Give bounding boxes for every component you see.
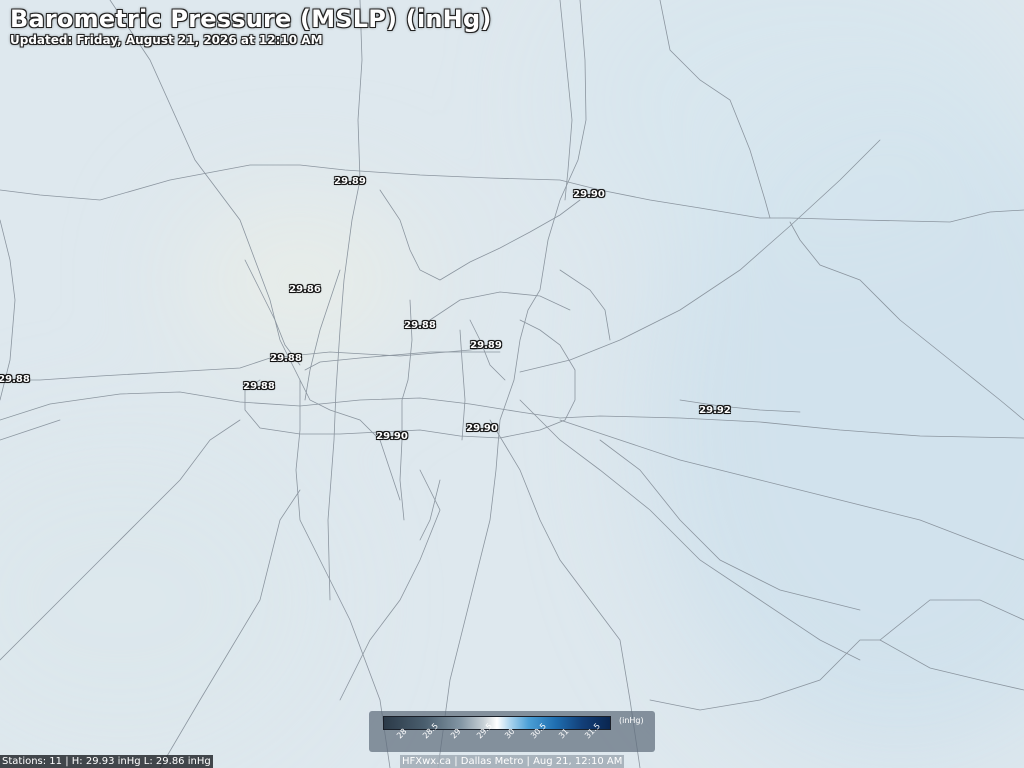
pressure-map[interactable]: Barometric Pressure (MSLP) (inHg) Update… [0,0,1024,768]
station-stats-footer: Stations: 11 | H: 29.93 inHg L: 29.86 in… [0,755,213,768]
map-title: Barometric Pressure (MSLP) (inHg) [10,5,492,33]
station-label[interactable]: 29.90 [376,431,408,443]
station-label[interactable]: 29.88 [404,320,436,332]
station-label[interactable]: 29.89 [334,176,366,188]
credit-footer: HFXwx.ca | Dallas Metro | Aug 21, 12:10 … [400,755,625,768]
station-label[interactable]: 29.89 [470,340,502,352]
legend-unit-label: (inHg) [619,716,644,725]
station-label[interactable]: 29.88 [0,374,30,386]
station-label[interactable]: 29.88 [270,353,302,365]
map-background [0,0,1024,768]
station-label[interactable]: 29.88 [243,381,275,393]
legend-color-bar [383,716,611,730]
station-label[interactable]: 29.92 [699,405,731,417]
station-label[interactable]: 29.90 [466,423,498,435]
color-legend: (inHg) 28 28.5 29 29.5 30 30.5 31 31.5 [369,711,655,752]
station-label[interactable]: 29.90 [573,189,605,201]
map-subtitle: Updated: Friday, August 21, 2026 at 12:1… [10,33,323,47]
map-header: Barometric Pressure (MSLP) (inHg) Update… [10,4,492,47]
station-label[interactable]: 29.86 [289,284,321,296]
